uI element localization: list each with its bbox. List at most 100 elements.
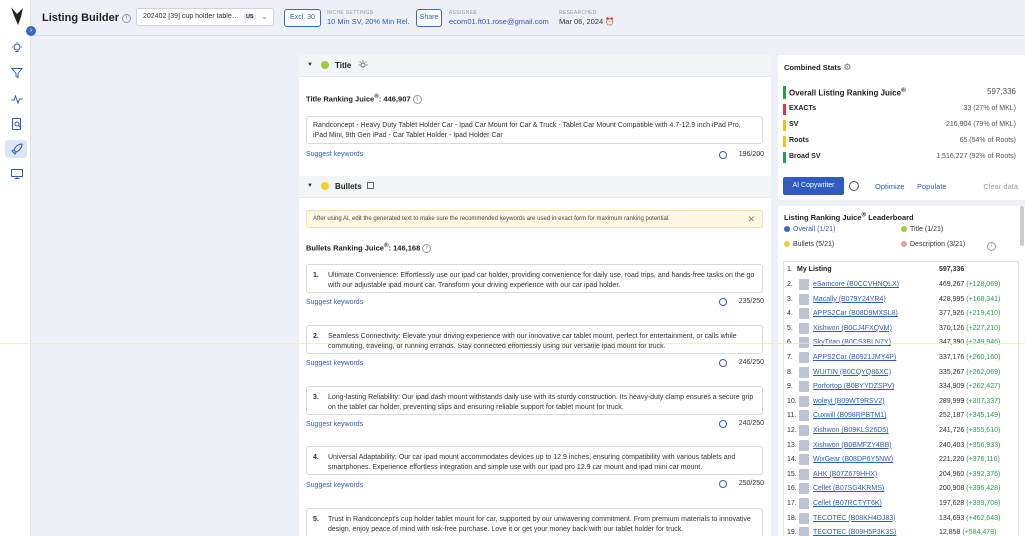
optimize-button[interactable]: Optimize (875, 182, 905, 191)
leaderboard-row[interactable]: 11. Cuxwill (B098RPBTM1) 252,187 (+345,149… (784, 409, 1012, 423)
lightbulb-icon[interactable] (358, 60, 368, 70)
info-icon[interactable]: i (122, 13, 132, 23)
leaderboard-row[interactable]: 13. Xishwon (B0BMFZY4BB) 240,403 (+356,933… (784, 439, 1012, 453)
leaderboard-row[interactable]: 17. Cellet (B07RCTYT6K) 197,628 (+399,708) (784, 497, 1012, 511)
rank-number: 8. (787, 368, 793, 376)
leaderboard-row[interactable]: 15. AHK (B07Z679HHX) 204,960 (+392,376) (784, 468, 1012, 482)
product-thumbnail (799, 512, 809, 524)
title-textarea[interactable]: Randconcept - Heavy Duty Tablet Holder C… (306, 116, 763, 144)
history-icon[interactable] (719, 420, 727, 428)
competitor-link[interactable]: Macally (B079Y24YR4) (813, 296, 886, 303)
listing-score: 12,858 (+584,478) (939, 529, 997, 536)
bullet-textarea[interactable]: 3. Long-lasting Reliability: Our ipad das… (306, 386, 763, 415)
title-suggest-keywords-link[interactable]: Suggest keywords (306, 151, 363, 158)
rank-number: 18. (787, 514, 797, 522)
filter-icon[interactable] (11, 67, 23, 79)
bullet-textarea[interactable]: 4. Universal Adaptability: Our car ipad m… (306, 446, 763, 475)
competitor-link[interactable]: Xishwon (B0BMFZY4BB) (813, 442, 892, 449)
ai-copywriter-button[interactable]: AI Copywriter (783, 177, 844, 195)
monitor-icon[interactable] (11, 168, 23, 180)
populate-button[interactable]: Populate (917, 182, 947, 191)
competitor-link[interactable]: Porfortop (B0BYYDZSPV) (813, 383, 894, 390)
legend-description[interactable]: Description (3/21) (901, 241, 965, 248)
competitor-link[interactable]: APPS2Car (B0921JMY4P) (813, 354, 896, 361)
history-icon[interactable] (849, 181, 859, 191)
legend-bullets[interactable]: Bullets (5/21) (784, 241, 834, 248)
leaderboard-row[interactable]: 3. Macally (B079Y24YR4) 428,995 (+168,341) (784, 293, 1012, 307)
product-select[interactable]: 202402 [39] cup holder tablet mount US ⌄ (136, 8, 274, 26)
competitor-link[interactable]: eSamcore (B0CCVHNQLX) (813, 281, 899, 288)
bullets-section-header[interactable]: ▼ Bullets (299, 176, 771, 198)
competitor-link[interactable]: TECOTEC (B08KH4DJ83) (813, 515, 895, 522)
title-section-header[interactable]: ▼ Title (299, 55, 771, 77)
leaderboard-row[interactable]: 7. APPS2Car (B0921JMY4P) 337,176 (+260,160… (784, 351, 1012, 365)
leaderboard-row[interactable]: 14. WixGear (B08DP6Y5NW) 221,220 (+376,116… (784, 453, 1012, 467)
leaderboard-title: Listing Ranking Juice® Leaderboard (784, 211, 914, 222)
rank-number: 10. (787, 397, 797, 405)
bullet-text: Seamless Connectivity: Elevate your driv… (328, 333, 737, 350)
leaderboard-row[interactable]: 9. Porfortop (B0BYYDZSPV) 334,909 (+262,42… (784, 380, 1012, 394)
competitor-link[interactable]: AHK (B07Z679HHX) (813, 471, 877, 478)
competitor-link[interactable]: Cuxwill (B098RPBTM1) (813, 412, 887, 419)
leaderboard-row[interactable]: 2. eSamcore (B0CCVHNQLX) 469,267 (+128,069… (784, 278, 1012, 292)
history-icon[interactable] (719, 151, 727, 159)
assignee-value[interactable]: ecom01.ft01.rose@gmail.com (449, 17, 549, 26)
gear-icon[interactable]: ⚙ (843, 62, 851, 72)
leaderboard-row[interactable]: 12. Xishwon (B09KLS26D5) 241,726 (+355,610… (784, 424, 1012, 438)
clear-data-button[interactable]: Clear data (983, 182, 1018, 191)
competitor-link[interactable]: Cellet (B07RCTYT6K) (813, 500, 882, 507)
competitor-link[interactable]: WixGear (B08DP6Y5NW) (813, 456, 893, 463)
stat-color-bar (783, 86, 786, 99)
competitor-link[interactable]: WUITIN (B0CQYQ86XC) (813, 369, 891, 376)
bullet-suggest-keywords-link[interactable]: Suggest keywords (306, 482, 363, 489)
leaderboard-row[interactable]: 5. Xishwon (B0CJ4FXQVM) 370,126 (+227,210) (784, 322, 1012, 336)
ai-notice-text: After using AI, edit the generated text … (313, 216, 670, 222)
bullet-suggest-keywords-link[interactable]: Suggest keywords (306, 421, 363, 428)
rocket-icon[interactable] (11, 143, 23, 155)
alarm-icon: ⏰ (605, 17, 615, 26)
collapse-sidebar-button[interactable]: › (26, 26, 36, 36)
share-button[interactable]: Share (416, 9, 442, 27)
legend-overall[interactable]: Overall (1/21) (784, 226, 835, 233)
copy-icon[interactable] (367, 182, 374, 189)
bullet-suggest-keywords-link[interactable]: Suggest keywords (306, 360, 363, 367)
close-icon[interactable]: ✕ (747, 214, 755, 225)
product-thumbnail (799, 468, 809, 480)
history-icon[interactable] (719, 359, 727, 367)
bullet-char-count: 240/250 (738, 420, 764, 427)
leaderboard-row[interactable]: 16. Cellet (B07SG4KRMS) 200,908 (+396,428) (784, 482, 1012, 496)
history-icon[interactable] (719, 298, 727, 306)
competitor-link[interactable]: Xishwon (B0CJ4FXQVM) (813, 325, 892, 332)
leaderboard-row[interactable]: 18. TECOTEC (B08KH4DJ83) 134,693 (+462,643… (784, 512, 1012, 526)
caret-down-icon[interactable]: ▼ (307, 183, 313, 189)
history-icon[interactable] (719, 480, 727, 488)
caret-down-icon[interactable]: ▼ (307, 62, 313, 68)
niche-settings-value[interactable]: 10 Min SV, 20% Min Rel. (327, 17, 410, 26)
bullet-textarea[interactable]: 2. Seamless Connectivity: Elevate your dr… (306, 325, 763, 354)
activity-icon[interactable] (11, 93, 23, 105)
info-icon[interactable]: i (412, 95, 422, 105)
competitor-link[interactable]: TECOTEC (B09H5P3K3S) (813, 529, 896, 536)
leaderboard-row[interactable]: 8. WUITIN (B0CQYQ86XC) 335,267 (+262,069) (784, 366, 1012, 380)
leaderboard-row[interactable]: 10. woleyi (B09WT9RSV2) 289,999 (+307,337) (784, 395, 1012, 409)
competitor-link[interactable]: Cellet (B07SG4KRMS) (813, 485, 884, 492)
lightbulb-icon[interactable] (11, 42, 23, 54)
excl-button[interactable]: Excl. 30 (284, 9, 321, 27)
ai-notice-banner: After using AI, edit the generated text … (306, 210, 763, 228)
bullet-textarea[interactable]: 5. Trust in Randconcept's cup holder tabl… (306, 508, 763, 536)
document-search-icon[interactable] (11, 118, 23, 130)
competitor-link[interactable]: Xishwon (B09KLS26D5) (813, 427, 889, 434)
leaderboard-row[interactable]: 19. TECOTEC (B09H5P3K3S) 12,858 (+584,478) (784, 526, 1012, 536)
leaderboard-row[interactable]: 4. APPS2Car (B08D9MXSL8) 377,926 (+219,410… (784, 307, 1012, 321)
bullet-number: 5. (313, 516, 319, 523)
stat-label: Overall Listing Ranking Juice® (789, 87, 906, 98)
legend-title[interactable]: Title (1/21) (901, 226, 943, 233)
competitor-link[interactable]: APPS2Car (B08D9MXSL8) (813, 310, 898, 317)
info-icon[interactable]: i (422, 244, 432, 254)
bullet-suggest-keywords-link[interactable]: Suggest keywords (306, 299, 363, 306)
my-listing-row[interactable]: 1. My Listing 597,336 (784, 263, 1012, 277)
leaderboard-scrollbar[interactable] (1020, 206, 1024, 246)
info-icon[interactable]: i (987, 242, 996, 251)
bullet-textarea[interactable]: 1. Ultimate Convenience: Effortlessly use… (306, 264, 763, 293)
competitor-link[interactable]: woleyi (B09WT9RSV2) (813, 398, 885, 405)
